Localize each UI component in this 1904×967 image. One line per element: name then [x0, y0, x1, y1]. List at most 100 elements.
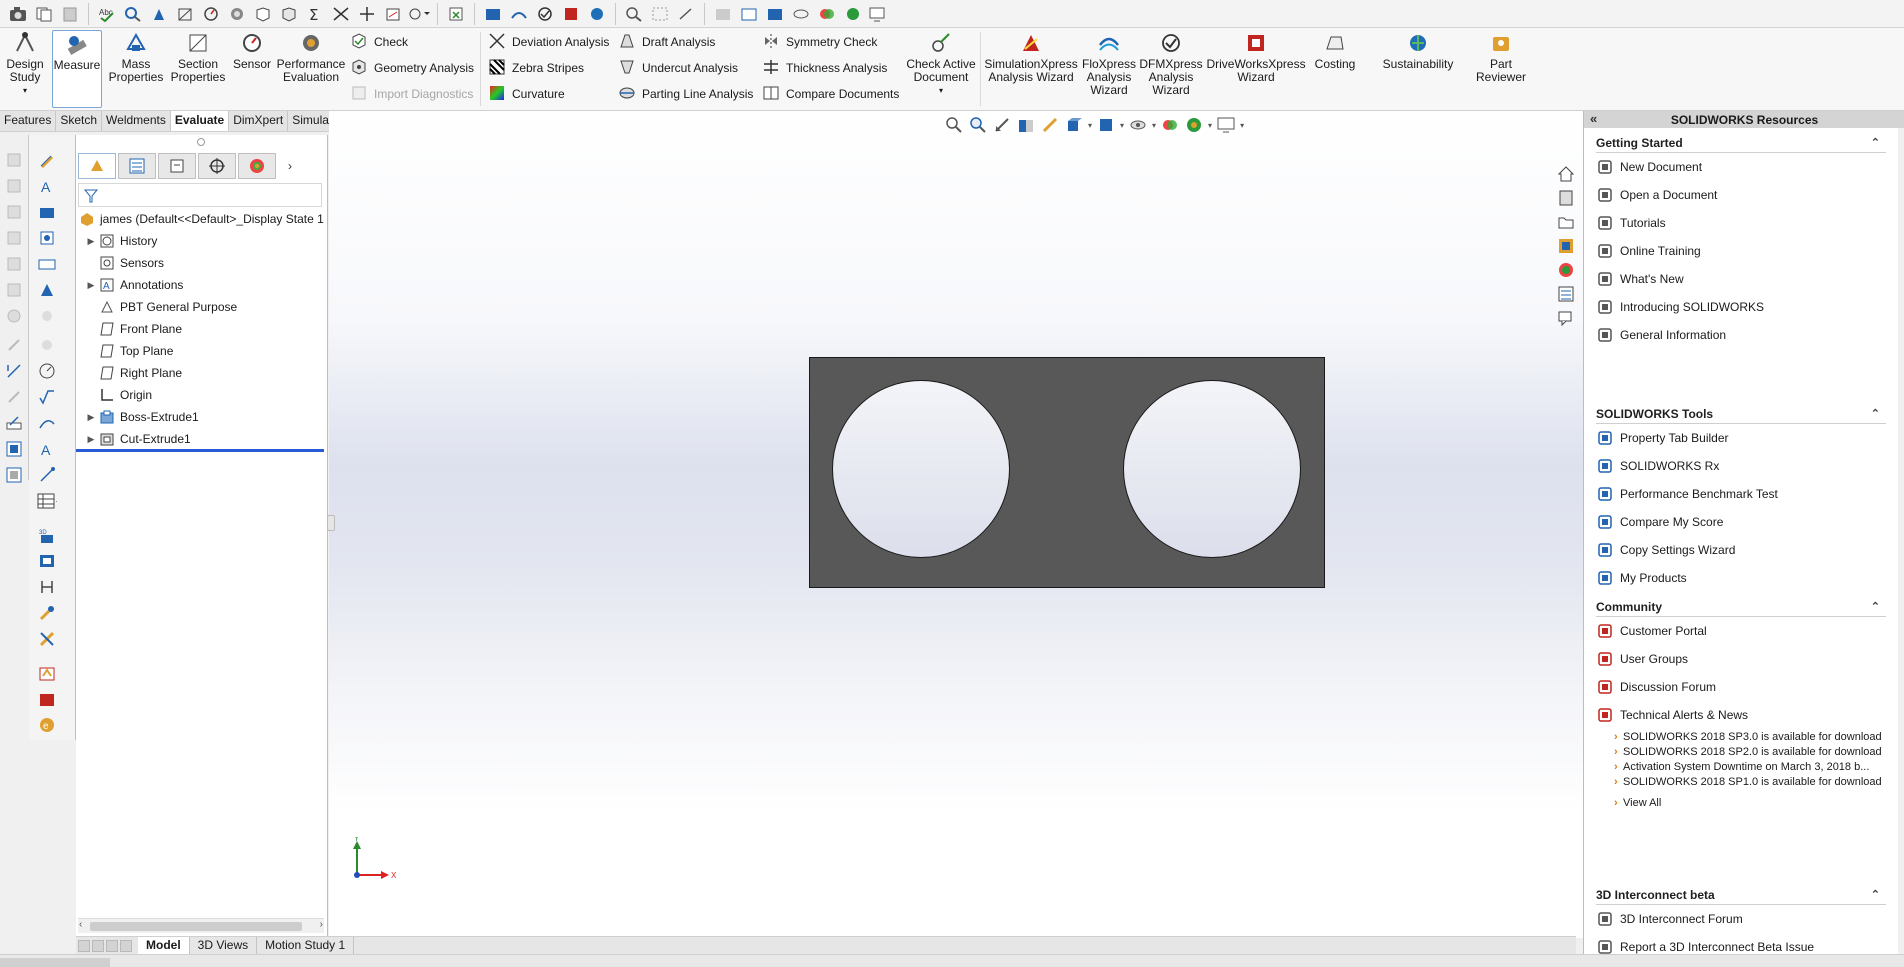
check-active-document-button[interactable]: Check Active Document ▾ — [906, 30, 976, 97]
grayed-tool-icon[interactable] — [37, 335, 57, 355]
task-pane-link[interactable]: Tutorials — [1596, 209, 1886, 237]
feature-tree-item[interactable]: Front Plane — [78, 319, 182, 339]
task-pane-link[interactable]: Introducing SOLIDWORKS — [1596, 293, 1886, 321]
grayed-tool-icon[interactable] — [4, 254, 24, 274]
import-diagnostics-button[interactable]: Import Diagnostics — [350, 84, 473, 104]
section-header[interactable]: Community ⌃ — [1596, 597, 1886, 617]
expand-arrow-icon[interactable]: ▶ — [84, 236, 98, 247]
command-tab-weldments[interactable]: Weldments — [102, 111, 171, 131]
section-header[interactable]: 3D Interconnect beta ⌃ — [1596, 885, 1886, 905]
grayed-tool-icon[interactable] — [4, 150, 24, 170]
feature-tree-scrollbar[interactable]: ‹ › — [78, 918, 324, 933]
feature-tree-tab[interactable] — [78, 153, 116, 179]
design-library-icon[interactable] — [1555, 187, 1577, 208]
task-pane-link[interactable]: User Groups — [1596, 645, 1886, 673]
sum-icon[interactable]: Σ — [303, 2, 327, 26]
part-model[interactable] — [809, 357, 1325, 588]
appearances-icon[interactable] — [1555, 259, 1577, 280]
news-link[interactable]: SOLIDWORKS 2018 SP1.0 is available for d… — [1596, 776, 1886, 789]
costing-button[interactable]: Costing — [1308, 30, 1362, 71]
expand-arrow-icon[interactable]: ▶ — [84, 280, 98, 291]
task-pane-link[interactable]: 3D Interconnect Forum — [1596, 905, 1886, 933]
appearance-icon[interactable] — [815, 2, 839, 26]
mass-properties-icon[interactable] — [147, 2, 171, 26]
model-tab-motion-study-1[interactable]: Motion Study 1 — [257, 937, 355, 954]
command-tab-features[interactable]: Features — [0, 111, 57, 131]
feature-tree-item[interactable]: Right Plane — [78, 363, 182, 383]
publish-pdf-icon[interactable] — [37, 689, 57, 709]
home-icon[interactable] — [1555, 163, 1577, 184]
curve-icon[interactable] — [37, 413, 57, 433]
geometry-analysis-icon[interactable] — [277, 2, 301, 26]
scroll-left-icon[interactable]: ‹ — [79, 919, 82, 930]
section-header[interactable]: Getting Started ⌃ — [1596, 133, 1886, 153]
feature-tree-item[interactable]: PBT General Purpose — [78, 297, 237, 317]
copy-icon[interactable] — [32, 2, 56, 26]
display-style-icon[interactable] — [763, 2, 787, 26]
performance-evaluation-button[interactable]: Performance Evaluation — [276, 30, 346, 84]
scrollbar-thumb[interactable] — [90, 922, 302, 931]
deviation-analysis-button[interactable]: Deviation Analysis — [488, 32, 609, 52]
3d-view-icon[interactable]: 3D — [37, 525, 57, 545]
wrench-icon[interactable] — [37, 603, 57, 623]
driveworksxpress-button[interactable]: DriveWorksXpress Wizard — [1206, 30, 1306, 84]
task-pane-link[interactable]: Customer Portal — [1596, 617, 1886, 645]
simulationxpress-button[interactable]: SimulationXpress Analysis Wizard — [984, 30, 1078, 84]
last-tab-icon[interactable] — [120, 939, 132, 952]
dropdown-arrow-icon[interactable]: ▾ — [1152, 121, 1156, 130]
section-properties-icon[interactable] — [173, 2, 197, 26]
prev-tab-icon[interactable] — [92, 939, 104, 952]
task-pane-link[interactable]: Discussion Forum — [1596, 673, 1886, 701]
command-tab-dimxpert[interactable]: DimXpert — [229, 111, 289, 131]
floxpress-button[interactable]: FloXpress Analysis Wizard — [1082, 30, 1136, 97]
grayed-tool-icon[interactable] — [4, 280, 24, 300]
camera-icon[interactable] — [6, 2, 30, 26]
model-view-icon[interactable] — [37, 551, 57, 571]
feature-tree-root[interactable]: james (Default<<Default>_Display State 1 — [78, 209, 324, 229]
draft-icon[interactable] — [407, 2, 431, 26]
grayed-tool-icon[interactable] — [4, 228, 24, 248]
dfm-icon[interactable] — [533, 2, 557, 26]
grayed-tool-icon[interactable] — [4, 176, 24, 196]
gauge-icon[interactable] — [37, 361, 57, 381]
curvature-button[interactable]: Curvature — [488, 84, 565, 104]
design-study-button[interactable]: Design Study ▾ — [4, 30, 46, 97]
paste-icon[interactable] — [58, 2, 82, 26]
grayed-tool-icon[interactable] — [4, 335, 24, 355]
hole-left[interactable] — [832, 380, 1010, 558]
splitter-handle[interactable] — [197, 138, 205, 146]
previous-view-icon[interactable] — [992, 115, 1012, 135]
thickness-analysis-button[interactable]: Thickness Analysis — [762, 58, 887, 78]
dimension-chain-icon[interactable] — [37, 577, 57, 597]
previous-view-icon[interactable] — [674, 2, 698, 26]
file-explorer-icon[interactable] — [1555, 211, 1577, 232]
command-tab-sketch[interactable]: Sketch — [56, 111, 103, 131]
publish-icon[interactable] — [37, 663, 57, 683]
view-all-link[interactable]: View All — [1596, 797, 1886, 810]
edrawings-icon[interactable]: e — [37, 715, 57, 735]
dropdown-arrow-icon[interactable]: ▾ — [1088, 121, 1092, 130]
task-pane-link[interactable]: New Document — [1596, 153, 1886, 181]
task-pane-scrollbar[interactable] — [1898, 128, 1904, 967]
monitor-icon[interactable] — [867, 2, 891, 26]
dropdown-arrow-icon[interactable]: ▾ — [1240, 121, 1244, 130]
chevron-up-icon[interactable]: ⌃ — [1871, 136, 1880, 149]
chevron-up-icon[interactable]: ⌃ — [1871, 888, 1880, 901]
driveworks-icon[interactable] — [559, 2, 583, 26]
news-link[interactable]: Activation System Downtime on March 3, 2… — [1596, 761, 1886, 774]
zebra-stripes-button[interactable]: Zebra Stripes — [488, 58, 584, 78]
measure-button[interactable]: Measure — [52, 30, 102, 108]
text-icon[interactable]: A — [37, 176, 57, 196]
first-tab-icon[interactable] — [78, 939, 90, 952]
next-tab-icon[interactable] — [106, 939, 118, 952]
task-pane-link[interactable]: General Information — [1596, 321, 1886, 349]
sensor-icon[interactable] — [199, 2, 223, 26]
zebra-icon[interactable] — [355, 2, 379, 26]
flow-icon[interactable] — [507, 2, 531, 26]
tools-icon[interactable] — [37, 629, 57, 649]
undercut-analysis-button[interactable]: Undercut Analysis — [618, 58, 738, 78]
symmetry-check-button[interactable]: Symmetry Check — [762, 32, 877, 52]
view-orientation-icon[interactable] — [737, 2, 761, 26]
dfmxpress-button[interactable]: DFMXpress Analysis Wizard — [1139, 30, 1203, 97]
news-link[interactable]: SOLIDWORKS 2018 SP2.0 is available for d… — [1596, 746, 1886, 759]
